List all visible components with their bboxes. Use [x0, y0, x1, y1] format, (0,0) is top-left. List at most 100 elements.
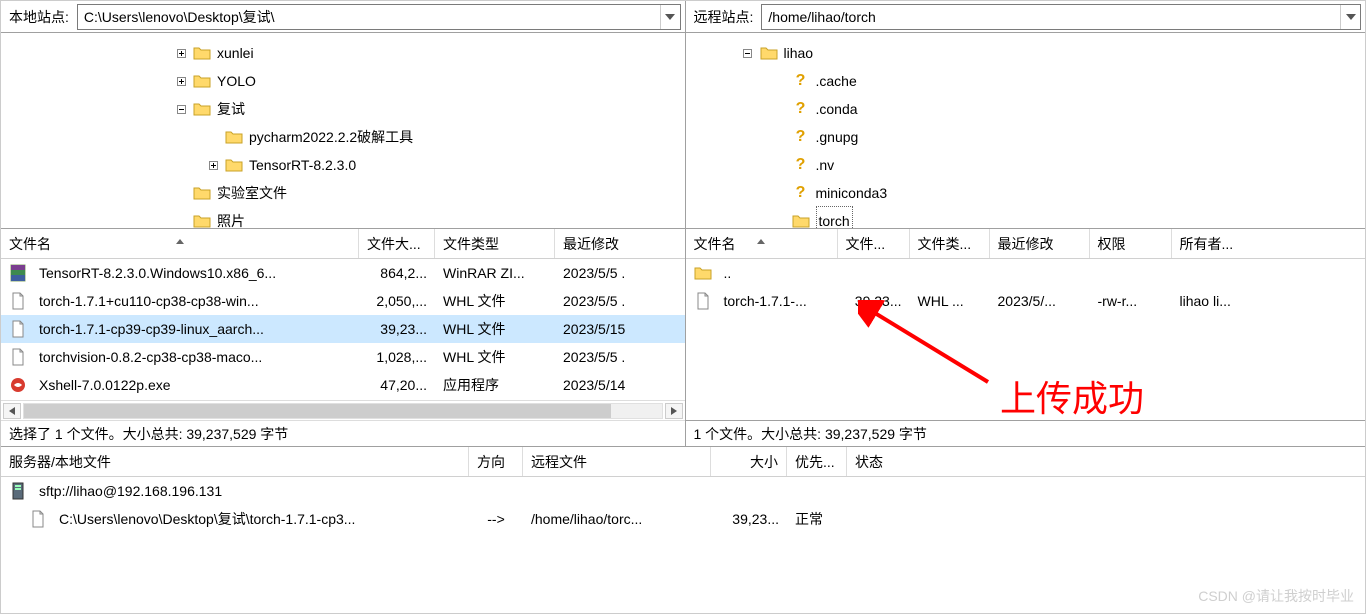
col-perm[interactable]: 权限	[1090, 229, 1172, 258]
file-owner: lihao li...	[1172, 293, 1272, 309]
local-path-combo[interactable]	[77, 4, 681, 30]
remote-panel: 远程站点: lihao?.cache?.conda?.gnupg?.nv?min…	[686, 1, 1366, 446]
col-size[interactable]: 文件大...	[359, 229, 435, 258]
col-size[interactable]: 文件...	[838, 229, 910, 258]
file-size: 39,23...	[838, 293, 910, 309]
remote-path-input[interactable]	[762, 7, 1340, 27]
expand-icon[interactable]	[173, 73, 189, 89]
folder-icon	[193, 212, 211, 229]
qcol-size[interactable]: 大小	[711, 447, 787, 476]
folder-icon	[225, 128, 243, 146]
expand-icon[interactable]	[173, 45, 189, 61]
collapse-icon[interactable]	[173, 101, 189, 117]
remote-list-header: 文件名 文件... 文件类... 最近修改 权限 所有者...	[686, 229, 1366, 259]
qcol-stat[interactable]: 状态	[847, 447, 1047, 476]
scroll-track[interactable]	[23, 403, 663, 419]
tree-label: YOLO	[217, 67, 256, 95]
file-modified: 2023/5/14	[555, 377, 675, 393]
tree-item[interactable]: pycharm2022.2.2破解工具	[5, 123, 681, 151]
scroll-thumb[interactable]	[24, 404, 611, 418]
queue-local: sftp://lihao@192.168.196.131	[39, 483, 222, 499]
tree-item[interactable]: lihao	[690, 39, 1362, 67]
tree-item[interactable]: YOLO	[5, 67, 681, 95]
tree-item[interactable]: 复试	[5, 95, 681, 123]
exe-icon	[9, 376, 27, 394]
tree-label: .nv	[816, 151, 835, 179]
file-row[interactable]: torch-1.7.1-cp39-cp39-linux_aarch...39,2…	[1, 315, 685, 343]
queue-priority: 正常	[787, 509, 847, 529]
local-path-input[interactable]	[78, 7, 660, 27]
queue-size: 39,23...	[711, 511, 787, 527]
unknown-icon: ?	[792, 151, 810, 179]
sort-asc-icon	[176, 231, 184, 247]
unknown-icon: ?	[792, 179, 810, 207]
remote-file-list[interactable]: ..torch-1.7.1-...39,23...WHL ...2023/5/.…	[686, 259, 1366, 420]
qcol-remote[interactable]: 远程文件	[523, 447, 711, 476]
col-type[interactable]: 文件类...	[910, 229, 990, 258]
file-type: WHL 文件	[435, 319, 555, 339]
tree-item[interactable]: TensorRT-8.2.3.0	[5, 151, 681, 179]
remote-path-dropdown-button[interactable]	[1340, 5, 1360, 29]
qcol-pri[interactable]: 优先...	[787, 447, 847, 476]
sort-asc-icon	[757, 231, 765, 247]
file-row[interactable]: torch-1.7.1+cu110-cp38-cp38-win...2,050,…	[1, 287, 685, 315]
col-filename[interactable]: 文件名	[686, 229, 838, 258]
file-modified: 2023/5/...	[990, 293, 1090, 309]
queue-row[interactable]: C:\Users\lenovo\Desktop\复试\torch-1.7.1-c…	[1, 505, 1365, 533]
unknown-icon: ?	[792, 95, 810, 123]
tree-item[interactable]: xunlei	[5, 39, 681, 67]
folder-icon	[225, 156, 243, 174]
remote-status: 1 个文件。大小总共: 39,237,529 字节	[686, 420, 1366, 446]
col-type[interactable]: 文件类型	[435, 229, 555, 258]
expand-icon[interactable]	[205, 157, 221, 173]
tree-item[interactable]: ?.conda	[690, 95, 1362, 123]
unknown-icon: ?	[792, 67, 810, 95]
file-row[interactable]: TensorRT-8.2.3.0.Windows10.x86_6... 864,2…	[1, 259, 685, 287]
folder-icon	[792, 212, 810, 229]
tree-item[interactable]: torch	[690, 207, 1362, 229]
tree-item[interactable]: ?miniconda3	[690, 179, 1362, 207]
tree-item[interactable]: ? .nv	[690, 151, 1362, 179]
local-hscroll[interactable]	[1, 400, 685, 420]
queue-row[interactable]: sftp://lihao@192.168.196.131	[1, 477, 1365, 505]
tree-label: miniconda3	[816, 179, 888, 207]
local-tree[interactable]: xunleiYOLO复试pycharm2022.2.2破解工具TensorRT-…	[1, 33, 685, 229]
tree-label: TensorRT-8.2.3.0	[249, 151, 356, 179]
tree-item[interactable]: ?.cache	[690, 67, 1362, 95]
chevron-right-icon	[671, 407, 677, 415]
file-name: TensorRT-8.2.3.0.Windows10.x86_6...	[39, 265, 276, 281]
tree-label: lihao	[784, 39, 814, 67]
file-icon	[694, 292, 712, 310]
qcol-local[interactable]: 服务器/本地文件	[1, 447, 469, 476]
tree-item[interactable]: 照片	[5, 207, 681, 229]
remote-path-combo[interactable]	[761, 4, 1361, 30]
scroll-left-button[interactable]	[3, 403, 21, 419]
file-row[interactable]: torchvision-0.8.2-cp38-cp38-maco... 1,028…	[1, 343, 685, 371]
file-size: 1,028,...	[359, 349, 435, 365]
file-size: 2,050,...	[359, 293, 435, 309]
scroll-right-button[interactable]	[665, 403, 683, 419]
local-path-bar: 本地站点:	[1, 1, 685, 33]
collapse-icon[interactable]	[740, 45, 756, 61]
queue-body[interactable]: sftp://lihao@192.168.196.131 C:\Users\len…	[1, 477, 1365, 613]
file-row[interactable]: Xshell-7.0.0122p.exe47,20...应用程序2023/5/1…	[1, 371, 685, 399]
qcol-dir[interactable]: 方向	[469, 447, 523, 476]
local-list-header: 文件名 文件大... 文件类型 最近修改	[1, 229, 685, 259]
file-name: torchvision-0.8.2-cp38-cp38-maco...	[39, 349, 262, 365]
tree-item[interactable]: 实验室文件	[5, 179, 681, 207]
file-row[interactable]: ..	[686, 259, 1366, 287]
file-size: 39,23...	[359, 321, 435, 337]
local-path-dropdown-button[interactable]	[660, 5, 680, 29]
col-owner[interactable]: 所有者...	[1172, 229, 1272, 258]
file-size: 864,2...	[359, 265, 435, 281]
file-modified: 2023/5/5 .	[555, 349, 675, 365]
local-file-list[interactable]: TensorRT-8.2.3.0.Windows10.x86_6... 864,2…	[1, 259, 685, 400]
remote-tree[interactable]: lihao?.cache?.conda?.gnupg?.nv?miniconda…	[686, 33, 1366, 229]
folder-icon	[193, 72, 211, 90]
col-modified[interactable]: 最近修改	[990, 229, 1090, 258]
file-row[interactable]: torch-1.7.1-...39,23...WHL ...2023/5/...…	[686, 287, 1366, 315]
col-modified[interactable]: 最近修改	[555, 229, 675, 258]
tree-item[interactable]: ?.gnupg	[690, 123, 1362, 151]
col-filename[interactable]: 文件名	[1, 229, 359, 258]
file-modified: 2023/5/15	[555, 321, 675, 337]
